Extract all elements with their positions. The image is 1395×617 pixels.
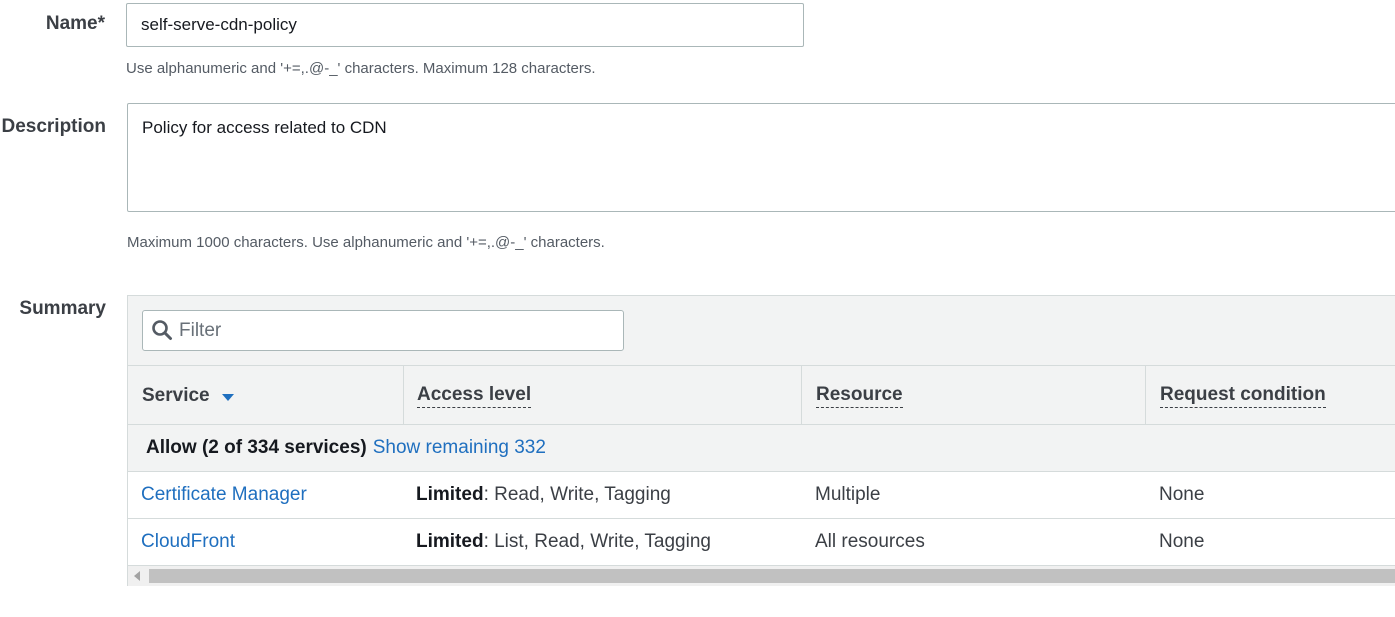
access-level-bold: Limited [416, 484, 484, 505]
resource-cell: Multiple [815, 484, 881, 505]
summary-table: Service Access level Resource Request co… [127, 295, 1395, 586]
column-header-label: Access level [417, 384, 532, 408]
request-condition-cell: None [1159, 531, 1205, 552]
summary-label: Summary [19, 298, 106, 319]
access-level-cell: Limited: Read, Write, Tagging [416, 472, 671, 518]
column-header-access-level[interactable]: Access level [403, 366, 801, 425]
column-header-service[interactable]: Service [128, 366, 403, 425]
column-header-label: Service [142, 384, 210, 406]
access-level-cell: Limited: List, Read, Write, Tagging [416, 519, 711, 565]
name-label: Name* [45, 13, 105, 34]
access-level-bold: Limited [416, 531, 484, 552]
name-hint: Use alphanumeric and '+=,.@-_' character… [126, 60, 596, 77]
scroll-left-arrow-icon[interactable] [134, 571, 140, 581]
filter-box[interactable] [142, 310, 624, 351]
description-textarea[interactable]: Policy for access related to CDN [127, 103, 1395, 212]
resource-cell: All resources [815, 531, 925, 552]
column-header-request-condition[interactable]: Request condition [1145, 366, 1395, 425]
allow-group-row: Allow (2 of 334 services) Show remaining… [128, 425, 1395, 472]
column-header-label: Request condition [1160, 384, 1326, 408]
table-row: Certificate Manager Limited: Read, Write… [128, 472, 1395, 519]
filter-input[interactable] [177, 311, 617, 350]
horizontal-scrollbar[interactable] [128, 566, 1395, 586]
filter-bar [128, 296, 1395, 366]
allow-count-text: Allow (2 of 334 services) [146, 437, 367, 458]
name-input[interactable] [126, 3, 804, 47]
service-link[interactable]: Certificate Manager [141, 484, 307, 506]
column-header-label: Resource [816, 384, 903, 408]
scrollbar-thumb[interactable] [149, 569, 1395, 583]
description-label: Description [1, 116, 106, 137]
search-icon [152, 320, 172, 340]
column-header-resource[interactable]: Resource [801, 366, 1145, 425]
table-row: CloudFront Limited: List, Read, Write, T… [128, 519, 1395, 566]
description-hint: Maximum 1000 characters. Use alphanumeri… [127, 234, 605, 251]
table-header-row: Service Access level Resource Request co… [128, 366, 1395, 425]
request-condition-cell: None [1159, 484, 1205, 505]
sort-descending-icon[interactable] [221, 394, 234, 401]
show-remaining-link[interactable]: Show remaining 332 [373, 437, 546, 459]
access-level-detail: : Read, Write, Tagging [483, 484, 671, 505]
service-link[interactable]: CloudFront [141, 531, 235, 553]
access-level-detail: : List, Read, Write, Tagging [483, 531, 711, 552]
